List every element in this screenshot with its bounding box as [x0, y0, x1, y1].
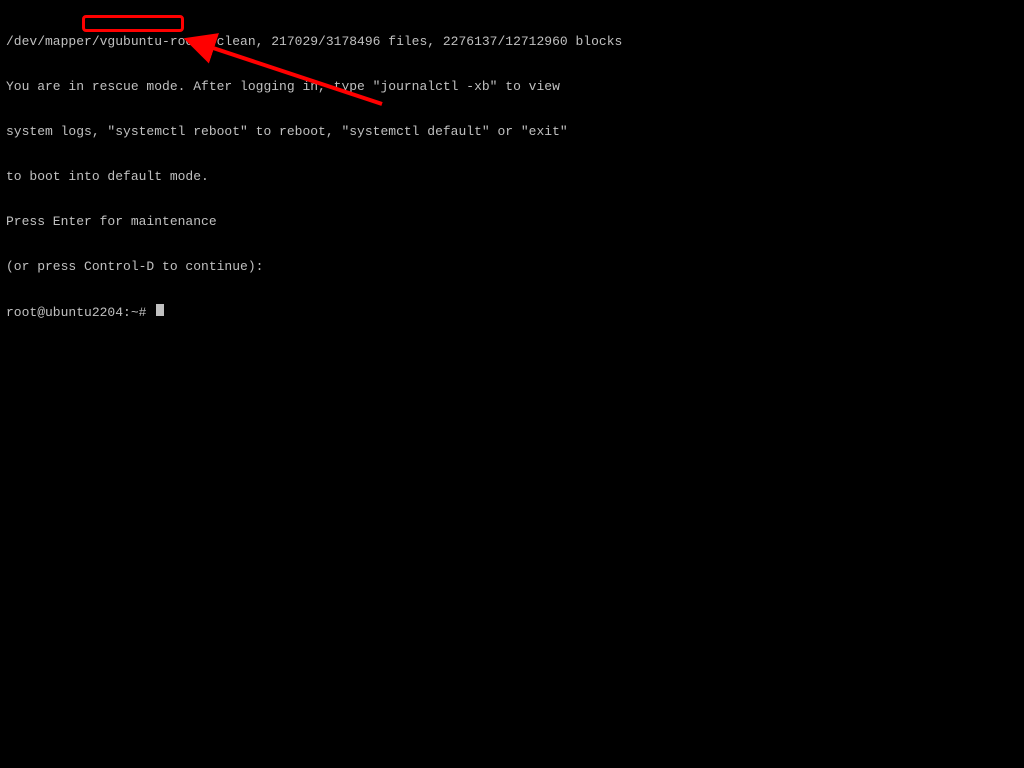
continue-hint-line: (or press Control-D to continue):: [6, 259, 1018, 274]
terminal-console[interactable]: /dev/mapper/vgubuntu-root: clean, 217029…: [0, 0, 1024, 339]
shell-prompt: root@ubuntu2204:~#: [6, 305, 154, 320]
shell-prompt-line: root@ubuntu2204:~#: [6, 304, 1018, 320]
terminal-cursor: [156, 304, 164, 316]
maintenance-prompt-line: Press Enter for maintenance: [6, 214, 1018, 229]
rescue-mode-line-3: to boot into default mode.: [6, 169, 1018, 184]
rescue-mode-line-2: system logs, "systemctl reboot" to reboo…: [6, 124, 1018, 139]
rescue-mode-line-1: You are in rescue mode. After logging in…: [6, 79, 1018, 94]
fsck-output-line: /dev/mapper/vgubuntu-root: clean, 217029…: [6, 34, 1018, 49]
